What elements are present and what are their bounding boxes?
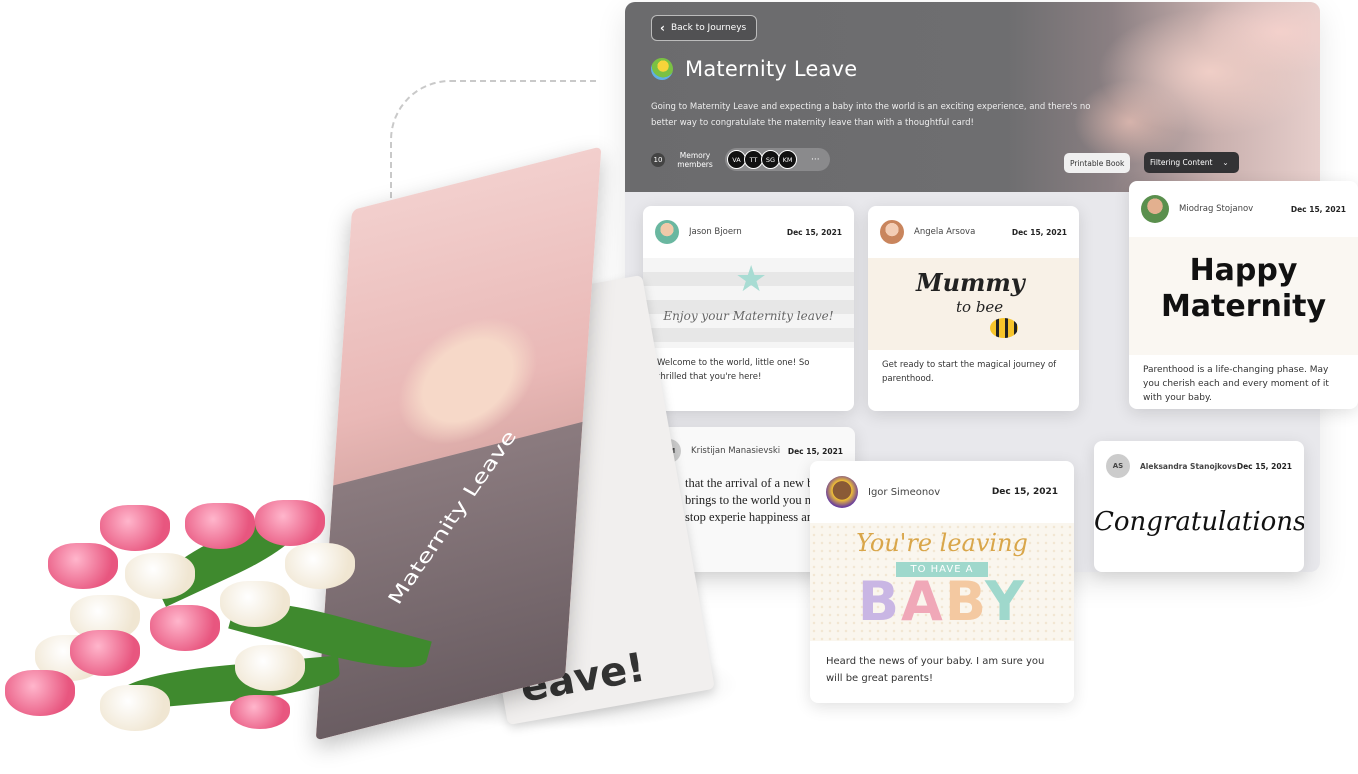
memory-card[interactable]: AS Aleksandra Stanojkovska Dec 15, 2021 …	[1094, 441, 1304, 572]
card-image-text: Happy Maternity	[1129, 237, 1358, 325]
page-description: Going to Maternity Leave and expecting a…	[651, 102, 1091, 128]
tulip	[235, 645, 305, 691]
tulip	[48, 543, 118, 589]
memory-card[interactable]: Miodrag Stojanov Dec 15, 2021 Happy Mate…	[1129, 181, 1358, 409]
back-to-journeys-button[interactable]: ‹ Back to Journeys	[651, 15, 758, 41]
baby-letter: Y	[985, 570, 1027, 633]
memory-card[interactable]: Jason Bjoern Dec 15, 2021 ★ Enjoy your M…	[643, 206, 854, 411]
card-message: Heard the news of your baby. I am sure y…	[826, 656, 1045, 684]
avatar: AS	[1106, 454, 1130, 478]
filter-label: Filtering Content	[1150, 158, 1213, 167]
card-header: Angela Arsova Dec 15, 2021	[868, 206, 1079, 258]
tulip	[255, 500, 325, 546]
baby-letter: B	[857, 570, 902, 633]
tulip	[150, 605, 220, 651]
avatar[interactable]: KM	[778, 150, 797, 169]
card-image: You're leaving TO HAVE A BABY	[810, 523, 1074, 641]
title-row: Maternity Leave	[647, 54, 858, 84]
author-name: Miodrag Stojanov	[1179, 204, 1254, 214]
chevron-left-icon: ‹	[660, 21, 665, 35]
bee-icon	[990, 318, 1018, 338]
filtering-content-dropdown[interactable]: Filtering Content ⌄	[1144, 152, 1239, 173]
tulip	[125, 553, 195, 599]
card-message: Get ready to start the magical journey o…	[882, 360, 1057, 384]
card-message: Welcome to the world, little one! So thr…	[657, 358, 810, 382]
tulip	[220, 581, 290, 627]
card-header: AS Aleksandra Stanojkovska Dec 15, 2021	[1094, 441, 1304, 491]
memory-card[interactable]: Angela Arsova Dec 15, 2021 Mummy to bee …	[868, 206, 1079, 411]
avatar	[655, 220, 679, 244]
card-image-text: Enjoy your Maternity leave!	[663, 309, 834, 323]
card-date: Dec 15, 2021	[787, 446, 843, 456]
card-image-text: Congratulations!	[1094, 507, 1304, 537]
tulip	[100, 685, 170, 731]
card-header: Igor Simeonov Dec 15, 2021	[810, 461, 1074, 523]
card-header: Jason Bjoern Dec 15, 2021	[643, 206, 854, 258]
card-date: Dec 15, 2021	[786, 227, 842, 237]
author-name: Jason Bjoern	[689, 227, 742, 237]
members-row: 10 Memory members VA TT SG KM ···	[651, 148, 830, 171]
card-image-text: You're leaving	[856, 529, 1028, 557]
card-image: Mummy to bee	[868, 258, 1079, 350]
memory-card[interactable]: Igor Simeonov Dec 15, 2021 You're leavin…	[810, 461, 1074, 703]
tulip	[285, 543, 355, 589]
hero-banner: ‹ Back to Journeys Maternity Leave Going…	[625, 2, 1320, 192]
author-name: Kristijan Manasievski	[691, 446, 781, 456]
author-name: Igor Simeonov	[868, 486, 941, 498]
baby-letter: B	[944, 570, 986, 633]
baby-word: BABY	[810, 575, 1074, 629]
card-date: Dec 15, 2021	[1236, 461, 1292, 471]
author-name: Angela Arsova	[914, 227, 976, 237]
card-image-text: to bee	[956, 298, 1004, 316]
baby-letter: A	[901, 570, 945, 633]
more-members-button[interactable]: ···	[811, 155, 820, 165]
tulip	[70, 630, 140, 676]
printable-book-button[interactable]: Printable Book	[1064, 153, 1131, 173]
card-header: Miodrag Stojanov Dec 15, 2021	[1129, 181, 1358, 237]
card-image-text: Mummy	[916, 268, 1025, 297]
avatar	[1141, 195, 1169, 223]
members-label: Memory members	[677, 150, 713, 169]
card-image: ★ Enjoy your Maternity leave!	[643, 258, 854, 348]
pacifier-icon	[647, 54, 677, 84]
members-count: 10	[651, 152, 665, 167]
maternity-word: Maternity	[1160, 289, 1327, 324]
chevron-down-icon: ⌄	[1222, 158, 1229, 167]
card-date: Dec 15, 2021	[1290, 204, 1346, 214]
card-image: Happy Maternity	[1129, 237, 1358, 355]
happy-word: Happy	[1189, 253, 1298, 288]
page-title: Maternity Leave	[685, 57, 858, 81]
member-avatars[interactable]: VA TT SG KM ···	[725, 148, 830, 171]
card-message: Parenthood is a life-changing phase. May…	[1143, 365, 1329, 403]
avatar	[826, 476, 858, 508]
avatar	[880, 220, 904, 244]
card-date: Dec 15, 2021	[991, 487, 1058, 497]
tulip-bouquet	[0, 495, 450, 745]
star-icon: ★	[735, 259, 768, 300]
card-date: Dec 15, 2021	[1011, 227, 1067, 237]
tulip	[230, 695, 290, 729]
author-name: Aleksandra Stanojkovska	[1140, 461, 1237, 471]
back-label: Back to Journeys	[670, 23, 747, 33]
tulip	[100, 505, 170, 551]
tulip	[185, 503, 255, 549]
tulip	[5, 670, 75, 716]
